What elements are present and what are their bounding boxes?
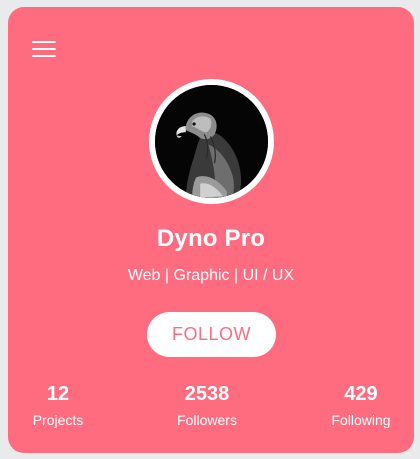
profile-name: Dyno Pro — [156, 225, 266, 252]
eagle-photo-icon — [155, 85, 268, 198]
stat-label: Projects — [32, 412, 84, 428]
menu-bar — [32, 48, 56, 50]
follow-button[interactable]: FOLLOW — [147, 312, 276, 357]
stat-projects: 12 Projects — [0, 382, 118, 428]
profile-card: Dyno Pro Web | Graphic | UI / UX FOLLOW … — [8, 7, 414, 453]
avatar-image — [155, 85, 268, 198]
hamburger-menu-icon[interactable] — [32, 37, 56, 61]
stat-followers: 2538 Followers — [147, 382, 267, 428]
stat-value: 2538 — [184, 383, 230, 405]
stat-label: Following — [331, 412, 391, 428]
profile-subtitle: Web | Graphic | UI / UX — [127, 267, 295, 284]
menu-bar — [32, 41, 56, 43]
menu-bar — [32, 55, 56, 57]
avatar — [149, 79, 274, 204]
stat-value: 429 — [344, 383, 378, 405]
stat-value: 12 — [46, 383, 70, 405]
stat-label: Followers — [177, 412, 237, 428]
stat-following: 429 Following — [301, 382, 420, 428]
